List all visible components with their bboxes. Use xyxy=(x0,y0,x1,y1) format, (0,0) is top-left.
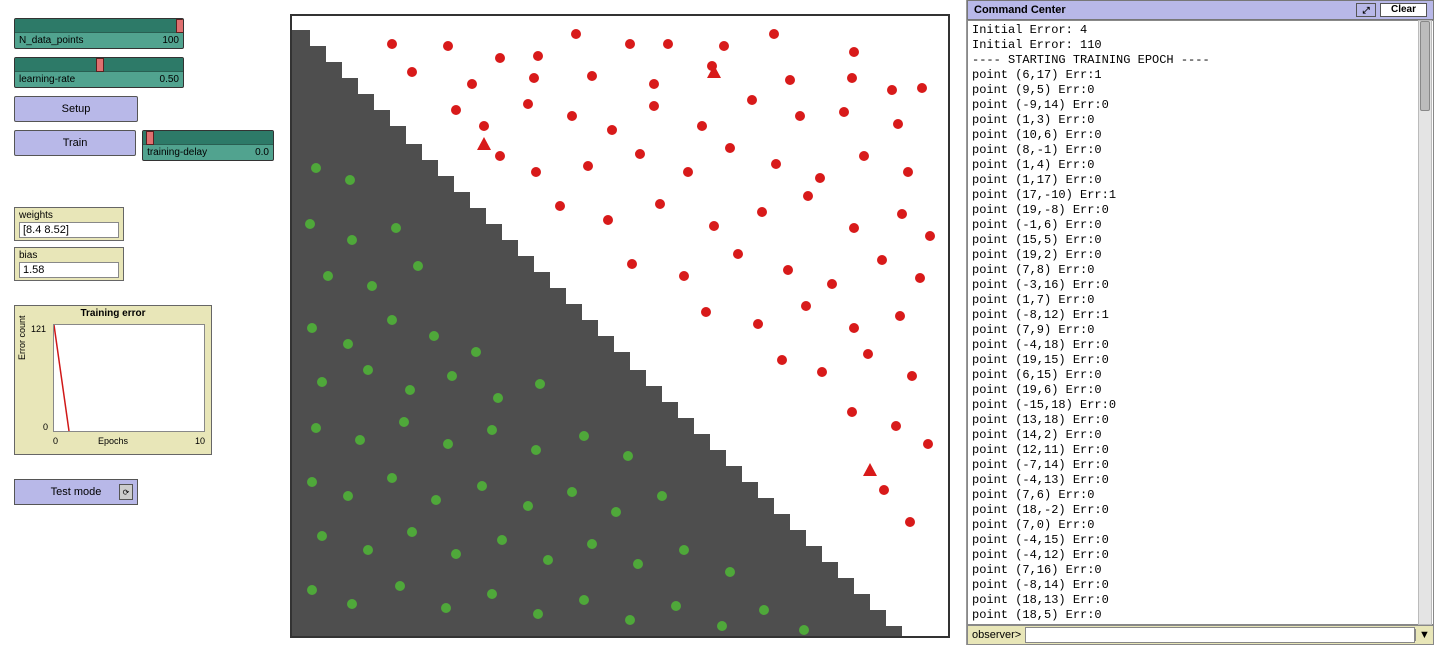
slider-value: 100 xyxy=(162,35,179,46)
command-center-header: Command Center ⤢ Clear xyxy=(967,0,1434,20)
circular-arrows-icon: ⟳ xyxy=(119,484,133,500)
slider-value: 0.0 xyxy=(255,147,269,158)
plot-training-error: Training error Error count 121 0 0 Epoch… xyxy=(14,305,212,455)
plot-ymin: 0 xyxy=(43,422,48,432)
monitor-label: bias xyxy=(19,250,119,261)
monitor-value: [8.4 8.52] xyxy=(19,222,119,238)
switch-label: Test mode xyxy=(51,486,102,498)
plot-title: Training error xyxy=(17,308,209,319)
expand-icon[interactable]: ⤢ xyxy=(1356,3,1376,17)
plot-ylabel: Error count xyxy=(17,315,27,360)
slider-label: training-delay xyxy=(147,147,207,158)
plot-xlabel: Epochs xyxy=(15,436,211,446)
scrollbar[interactable] xyxy=(1418,20,1432,625)
plot-area xyxy=(53,324,205,432)
clear-button[interactable]: Clear xyxy=(1380,3,1427,17)
monitor-weights: weights [8.4 8.52] xyxy=(14,207,124,241)
test-mode-switch[interactable]: Test mode ⟳ xyxy=(14,479,138,505)
command-center: Command Center ⤢ Clear Initial Error: 4 … xyxy=(966,0,1434,645)
world-view[interactable] xyxy=(290,14,950,638)
command-output[interactable]: Initial Error: 4 Initial Error: 110 ----… xyxy=(967,20,1434,625)
chevron-down-icon[interactable]: ▼ xyxy=(1415,629,1433,641)
slider-training-delay[interactable]: training-delay 0.0 xyxy=(142,130,274,161)
plot-xmax: 10 xyxy=(195,436,205,446)
setup-button[interactable]: Setup xyxy=(14,96,138,122)
slider-label: learning-rate xyxy=(19,74,75,85)
scrollbar-thumb[interactable] xyxy=(1420,21,1430,111)
command-input[interactable] xyxy=(1025,627,1415,643)
slider-thumb[interactable] xyxy=(146,131,154,145)
slider-label: N_data_points xyxy=(19,35,84,46)
monitor-bias: bias 1.58 xyxy=(14,247,124,281)
slider-value: 0.50 xyxy=(160,74,179,85)
slider-n-data-points[interactable]: N_data_points 100 xyxy=(14,18,184,49)
slider-learning-rate[interactable]: learning-rate 0.50 xyxy=(14,57,184,88)
plot-ymax: 121 xyxy=(31,324,46,334)
monitor-label: weights xyxy=(19,210,119,221)
command-prompt: observer> xyxy=(968,629,1025,641)
slider-thumb[interactable] xyxy=(96,58,104,72)
train-button[interactable]: Train xyxy=(14,130,136,156)
command-center-title: Command Center xyxy=(974,4,1066,16)
monitor-value: 1.58 xyxy=(19,262,119,278)
slider-thumb[interactable] xyxy=(176,19,184,33)
